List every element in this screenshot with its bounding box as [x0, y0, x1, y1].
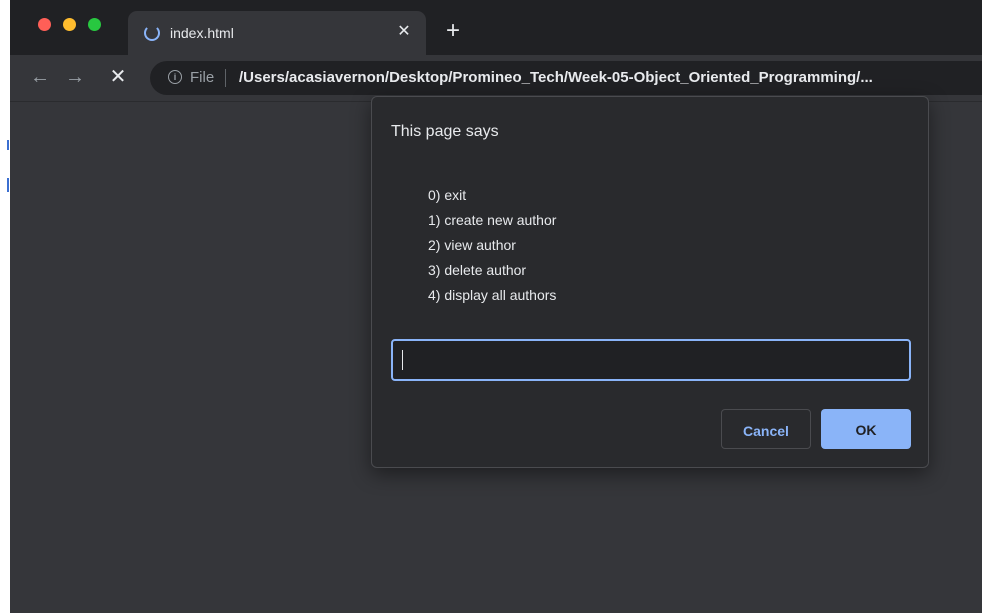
cancel-button[interactable]: Cancel	[721, 409, 811, 449]
browser-toolbar: ← → ✕ i File /Users/acasiavernon/Desktop…	[10, 55, 982, 102]
omnibox-divider	[225, 69, 226, 87]
prompt-dialog: This page says 0) exit 1) create new aut…	[371, 96, 929, 468]
desktop-edge	[0, 0, 10, 613]
arrow-left-icon[interactable]: ←	[28, 65, 52, 89]
maximize-window-button[interactable]	[88, 18, 101, 31]
text-caret	[402, 350, 403, 370]
arrow-right-icon[interactable]: →	[63, 65, 87, 89]
tab-title: index.html	[170, 25, 234, 41]
address-bar[interactable]: i File /Users/acasiavernon/Desktop/Promi…	[150, 61, 982, 95]
dialog-title: This page says	[391, 123, 499, 140]
scheme-label: File	[190, 69, 215, 86]
info-icon[interactable]: i	[168, 70, 182, 84]
stop-loading-button[interactable]: ✕	[106, 65, 130, 89]
plus-icon[interactable]: +	[442, 19, 464, 43]
spinner-icon	[144, 25, 160, 41]
url-text[interactable]: /Users/acasiavernon/Desktop/Promineo_Tec…	[239, 69, 873, 87]
edge-mark	[7, 140, 9, 150]
close-window-button[interactable]	[38, 18, 51, 31]
menu-option-line: 1) create new author	[428, 212, 557, 228]
prompt-input[interactable]	[391, 339, 911, 381]
menu-option-line: 2) view author	[428, 237, 516, 253]
browser-window: index.html ✕ + ← → ✕ i File /Users/acasi…	[10, 0, 982, 613]
tab-index-html[interactable]: index.html ✕	[128, 11, 426, 55]
dialog-message: 0) exit 1) create new author 2) view aut…	[428, 183, 556, 308]
edge-mark	[7, 178, 9, 192]
minimize-window-button[interactable]	[63, 18, 76, 31]
menu-option-line: 3) delete author	[428, 262, 527, 278]
menu-option-line: 4) display all authors	[428, 287, 557, 303]
tab-strip: index.html ✕ +	[10, 0, 982, 55]
close-icon[interactable]: ✕	[394, 22, 414, 42]
ok-button[interactable]: OK	[821, 409, 911, 449]
menu-option-line: 0) exit	[428, 187, 467, 203]
